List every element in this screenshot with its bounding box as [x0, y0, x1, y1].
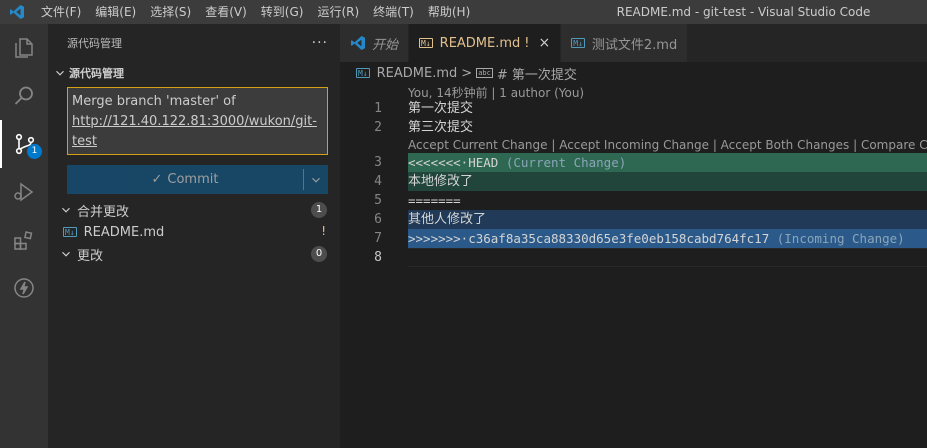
code-editor[interactable]: You, 14秒钟前 | 1 author (You) 1 第一次提交 2 第三… — [340, 84, 927, 448]
code-line-active: 8 — [340, 248, 927, 267]
changes-label: 更改 — [77, 248, 104, 264]
menu-view[interactable]: 查看(V) — [198, 0, 254, 24]
window-title: README.md - git-test - Visual Studio Cod… — [616, 5, 871, 19]
commit-message-input[interactable]: Merge branch 'master' of http://121.40.1… — [67, 87, 328, 155]
activity-bar: 1 — [0, 24, 48, 448]
conflict-mark: ! — [524, 35, 530, 51]
scm-badge: 1 — [27, 144, 42, 159]
scm-sidebar: 源代码管理 ··· 源代码管理 Merge branch 'master' of… — [48, 24, 340, 448]
line-number: 5 — [374, 193, 382, 208]
line-number: 2 — [374, 120, 382, 135]
conflict-marker: <<<<<<<·HEAD — [408, 155, 499, 170]
menu-help[interactable]: 帮助(H) — [421, 0, 477, 24]
current-change-label: (Current Change) — [498, 155, 627, 170]
extensions-icon[interactable] — [0, 216, 48, 264]
incoming-change-label: (Incoming Change) — [769, 231, 905, 246]
commit-message-url-cont: test — [72, 134, 97, 149]
code-line-incoming-marker: 7 >>>>>>>·c36af8a35ca88330d65e3fe0eb158c… — [340, 229, 927, 248]
line-text: 第三次提交 — [408, 120, 474, 135]
chevron-down-icon — [312, 177, 320, 183]
line-text: <<<<<<<·HEAD (Current Change) — [408, 153, 626, 172]
line-number: 1 — [374, 101, 382, 116]
merge-actions-codelens[interactable]: Accept Current Change | Accept Incoming … — [408, 138, 927, 152]
commit-button-label: Commit — [167, 172, 219, 187]
line-text: >>>>>>>·c36af8a35ca88330d65e3fe0eb158cab… — [408, 229, 905, 248]
markdown-file-icon: M↓ — [356, 68, 370, 78]
explorer-icon[interactable] — [0, 24, 48, 72]
search-icon[interactable] — [0, 72, 48, 120]
chevron-down-icon — [62, 207, 70, 213]
vscode-logo-icon — [0, 0, 34, 24]
line-number: 3 — [374, 155, 382, 170]
breadcrumb-symbol[interactable]: # 第一次提交 — [497, 64, 577, 83]
menu-file[interactable]: 文件(F) — [34, 0, 88, 24]
menu-go[interactable]: 转到(G) — [254, 0, 311, 24]
commit-main-button[interactable]: ✓ Commit — [67, 165, 303, 194]
markdown-file-icon: M↓ — [63, 227, 77, 237]
tab-label: 开始 — [372, 37, 399, 53]
commit-message-url: http://121.40.122.81:3000/wukon/git- — [72, 114, 317, 129]
sidebar-title: 源代码管理 — [67, 37, 122, 50]
changes-group[interactable]: 更改 0 — [48, 243, 340, 265]
merge-changes-label: 合并更改 — [77, 204, 130, 220]
conflict-status: ! — [321, 224, 326, 238]
editor-tabs: 开始 M↓ README.md ! × M↓ 测试文件2.md — [340, 24, 927, 62]
run-debug-icon[interactable] — [0, 168, 48, 216]
menu-terminal[interactable]: 终端(T) — [366, 0, 421, 24]
sidebar-header: 源代码管理 ··· — [48, 24, 340, 62]
tab-welcome[interactable]: 开始 — [340, 24, 410, 62]
line-number: 4 — [374, 174, 382, 189]
tab-test-file[interactable]: M↓ 测试文件2.md — [561, 24, 689, 62]
source-control-icon[interactable]: 1 — [0, 120, 48, 168]
line-number: 7 — [374, 231, 382, 246]
commit-dropdown-button[interactable] — [304, 165, 328, 194]
chevron-down-icon — [62, 251, 70, 257]
code-line-current: 4 本地修改了 — [340, 172, 927, 191]
commit-divider — [303, 169, 304, 190]
menu-selection[interactable]: 选择(S) — [143, 0, 198, 24]
markdown-file-icon: M↓ — [419, 38, 433, 48]
breadcrumb: M↓ README.md > abc # 第一次提交 — [340, 62, 927, 84]
breadcrumb-file[interactable]: README.md — [377, 66, 458, 81]
code-line-incoming: 6 其他人修改了 — [340, 210, 927, 229]
title-bar: 文件(F) 编辑(E) 选择(S) 查看(V) 转到(G) 运行(R) 终端(T… — [0, 0, 927, 24]
conflict-marker: >>>>>>>·c36af8a35ca88330d65e3fe0eb158cab… — [408, 231, 770, 246]
menu-edit[interactable]: 编辑(E) — [88, 0, 143, 24]
current-change-highlight — [408, 172, 927, 191]
merge-file-item[interactable]: M↓ README.md ! — [48, 221, 340, 243]
merge-file-name: README.md — [83, 224, 165, 240]
merge-changes-group[interactable]: 合并更改 1 — [48, 199, 340, 221]
commit-button[interactable]: ✓ Commit — [67, 165, 328, 194]
vscode-icon — [350, 35, 366, 51]
menu-bar: 文件(F) 编辑(E) 选择(S) 查看(V) 转到(G) 运行(R) 终端(T… — [34, 0, 477, 24]
line-text: 本地修改了 — [408, 174, 474, 189]
line-number: 6 — [374, 212, 382, 227]
string-symbol-icon: abc — [476, 68, 493, 78]
line-number: 8 — [374, 250, 382, 265]
line-text: 第一次提交 — [408, 101, 474, 116]
current-line-highlight — [408, 248, 927, 267]
commit-message-line: Merge branch 'master' of — [72, 94, 236, 109]
markdown-file-icon: M↓ — [571, 38, 585, 48]
code-line: 1 第一次提交 — [340, 99, 927, 118]
tab-readme[interactable]: M↓ README.md ! × — [409, 24, 562, 62]
scm-section-title: 源代码管理 — [69, 67, 124, 80]
line-text: 其他人修改了 — [408, 212, 487, 227]
breadcrumb-separator: > — [461, 65, 473, 81]
line-text: ======= — [408, 193, 461, 208]
more-actions-icon[interactable]: ··· — [312, 35, 328, 51]
menu-run[interactable]: 运行(R) — [310, 0, 366, 24]
changes-count: 0 — [311, 246, 327, 262]
close-icon[interactable]: × — [539, 35, 551, 51]
chevron-down-icon — [56, 70, 64, 76]
code-line-current-marker: 3 <<<<<<<·HEAD (Current Change) — [340, 153, 927, 172]
code-line: 2 第三次提交 — [340, 118, 927, 137]
lightning-icon[interactable] — [0, 264, 48, 312]
merge-changes-count: 1 — [311, 202, 327, 218]
tab-label: 测试文件2.md — [591, 37, 678, 53]
code-line: 5 ======= — [340, 191, 927, 210]
scm-section-header[interactable]: 源代码管理 — [48, 62, 340, 84]
tab-label: README.md — [439, 35, 521, 51]
check-icon: ✓ — [151, 172, 163, 187]
